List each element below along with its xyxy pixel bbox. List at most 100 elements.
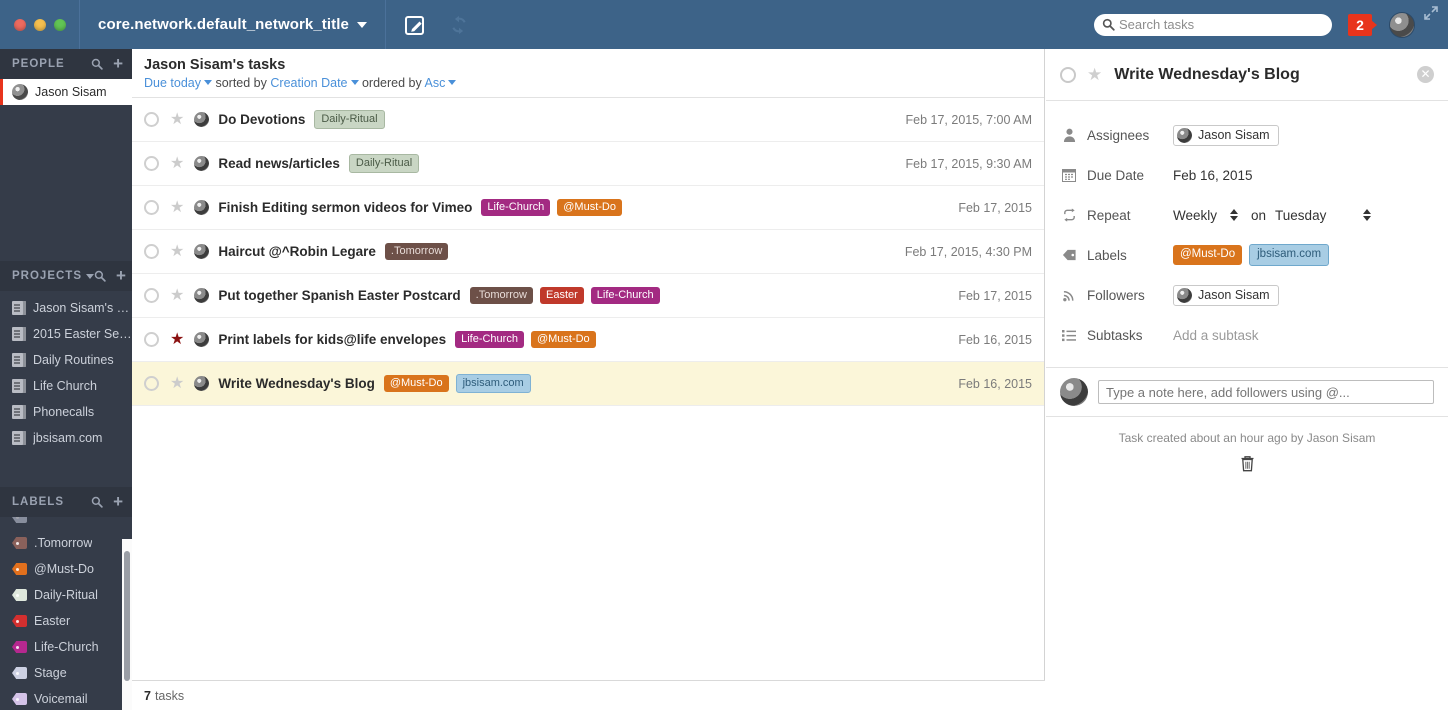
notification-badge[interactable]: 2: [1348, 13, 1377, 36]
star-icon[interactable]: ★: [170, 375, 184, 392]
repeat-frequency-value[interactable]: Weekly: [1173, 208, 1217, 223]
complete-checkbox[interactable]: [144, 288, 159, 303]
sidebar-item-label-tomorrow[interactable]: .Tomorrow: [0, 530, 132, 556]
label-pill[interactable]: jbsisam.com: [1249, 244, 1330, 266]
label-pill[interactable]: Life-Church: [481, 198, 551, 217]
avatar[interactable]: [1389, 11, 1415, 38]
assignee-name: Jason Sisam: [1198, 128, 1270, 142]
complete-checkbox[interactable]: [144, 156, 159, 171]
filter-due-today-dropdown[interactable]: Due today: [144, 76, 201, 90]
star-icon[interactable]: ★: [170, 243, 184, 260]
table-row[interactable]: ★ Read news/articles Daily-Ritual Feb 17…: [132, 142, 1044, 186]
follower-chip[interactable]: Jason Sisam: [1173, 284, 1279, 306]
field-due-date: Due Date Feb 16, 2015: [1046, 155, 1448, 195]
sidebar-item-project[interactable]: Life Church: [0, 373, 132, 399]
star-icon[interactable]: ★: [1087, 66, 1102, 83]
plus-icon[interactable]: +: [113, 55, 124, 72]
table-row[interactable]: ★ Haircut @^Robin Legare .Tomorrow Feb 1…: [132, 230, 1044, 274]
repeat-frequency-stepper[interactable]: [1230, 209, 1239, 221]
search-icon[interactable]: [94, 270, 106, 282]
sidebar-item-label-life-church[interactable]: Life-Church: [0, 634, 132, 660]
repeat-day-value[interactable]: Tuesday: [1275, 208, 1326, 223]
refresh-icon[interactable]: [448, 14, 470, 36]
sidebar-item-label-easter[interactable]: Easter: [0, 608, 132, 634]
star-icon[interactable]: ★: [170, 331, 184, 348]
detail-header: ★ Write Wednesday's Blog ✕: [1046, 49, 1448, 101]
sidebar-section-labels: LABELS +: [0, 487, 132, 517]
complete-checkbox[interactable]: [144, 200, 159, 215]
sidebar-item-label-voicemail[interactable]: Voicemail: [0, 686, 132, 710]
minimize-window-button[interactable]: [33, 18, 46, 31]
plus-icon[interactable]: +: [113, 493, 124, 510]
due-date-value[interactable]: Feb 16, 2015: [1173, 168, 1253, 183]
labels-list: .Tomorrow @Must-Do Daily-Ritual Easter L…: [0, 517, 132, 710]
search-icon[interactable]: [91, 58, 103, 70]
label-pill[interactable]: @Must-Do: [1173, 245, 1243, 265]
label-pill[interactable]: @Must-Do: [530, 330, 596, 349]
sidebar-item-label-must-do[interactable]: @Must-Do: [0, 556, 132, 582]
task-date: Feb 17, 2015: [958, 288, 1032, 303]
expand-icon[interactable]: [1423, 5, 1439, 21]
sidebar-item-label: Daily Routines: [33, 353, 114, 367]
compose-icon[interactable]: [404, 14, 426, 36]
projects-header-label: PROJECTS: [12, 270, 82, 282]
repeat-day-stepper[interactable]: [1363, 209, 1372, 221]
sidebar-item-project[interactable]: 2015 Easter Ser...: [0, 321, 132, 347]
label-pill[interactable]: .Tomorrow: [469, 286, 533, 305]
sidebar-item-project[interactable]: Daily Routines: [0, 347, 132, 373]
table-row[interactable]: ★ Do Devotions Daily-Ritual Feb 17, 2015…: [132, 98, 1044, 142]
star-icon[interactable]: ★: [170, 199, 184, 216]
sidebar-item-label: @Must-Do: [34, 562, 94, 576]
avatar: [1177, 287, 1192, 303]
complete-checkbox[interactable]: [144, 332, 159, 347]
task-title: Put together Spanish Easter Postcard: [218, 288, 461, 303]
add-subtask-button[interactable]: Add a subtask: [1173, 328, 1259, 343]
search-input[interactable]: Search tasks: [1094, 13, 1332, 36]
sidebar-item-label-partial[interactable]: [0, 517, 132, 530]
label-pill[interactable]: Daily-Ritual: [314, 109, 385, 130]
complete-checkbox[interactable]: [144, 376, 159, 391]
label-pill[interactable]: Life-Church: [455, 330, 524, 349]
label-pill[interactable]: @Must-Do: [383, 374, 449, 393]
avatar: [12, 84, 28, 100]
network-title-dropdown[interactable]: core.network.default_network_title: [80, 0, 386, 49]
chevron-down-icon: [350, 80, 359, 85]
sort-field-dropdown[interactable]: Creation Date: [270, 76, 347, 90]
label-pill[interactable]: Life-Church: [590, 286, 660, 305]
sidebar-item-label: .Tomorrow: [34, 536, 93, 550]
table-row[interactable]: ★ Finish Editing sermon videos for Vimeo…: [132, 186, 1044, 230]
search-icon[interactable]: [91, 496, 103, 508]
plus-icon[interactable]: +: [116, 267, 127, 284]
network-title-label: core.network.default_network_title: [98, 16, 349, 33]
close-window-button[interactable]: [13, 18, 26, 31]
complete-checkbox[interactable]: [1060, 66, 1076, 83]
table-row[interactable]: ★ Print labels for kids@life envelopes L…: [132, 318, 1044, 362]
task-labels: @Must-Do jbsisam.com: [383, 373, 531, 394]
label-pill[interactable]: .Tomorrow: [384, 242, 449, 261]
star-icon[interactable]: ★: [170, 155, 184, 172]
complete-checkbox[interactable]: [144, 244, 159, 259]
sidebar-item-label-daily-ritual[interactable]: Daily-Ritual: [0, 582, 132, 608]
chevron-down-icon[interactable]: [86, 273, 94, 279]
table-row[interactable]: ★ Write Wednesday's Blog @Must-Do jbsisa…: [132, 362, 1044, 406]
star-icon[interactable]: ★: [170, 287, 184, 304]
sidebar-item-jason-sisam[interactable]: Jason Sisam: [0, 79, 132, 105]
label-pill[interactable]: @Must-Do: [557, 198, 622, 217]
note-input[interactable]: [1098, 380, 1434, 404]
complete-checkbox[interactable]: [144, 112, 159, 127]
assignee-chip[interactable]: Jason Sisam: [1173, 124, 1279, 146]
star-icon[interactable]: ★: [170, 111, 184, 128]
trash-icon[interactable]: [1046, 455, 1448, 472]
table-row[interactable]: ★ Put together Spanish Easter Postcard .…: [132, 274, 1044, 318]
sidebar-item-label-stage[interactable]: Stage: [0, 660, 132, 686]
task-date: Feb 16, 2015: [958, 376, 1032, 391]
sort-order-dropdown[interactable]: Asc: [425, 76, 446, 90]
maximize-window-button[interactable]: [53, 18, 66, 31]
label-pill[interactable]: jbsisam.com: [455, 373, 531, 394]
label-pill[interactable]: Easter: [540, 286, 584, 305]
sidebar-item-project[interactable]: jbsisam.com: [0, 425, 132, 451]
close-icon[interactable]: ✕: [1417, 66, 1434, 83]
sidebar-item-project[interactable]: Phonecalls: [0, 399, 132, 425]
label-pill[interactable]: Daily-Ritual: [348, 153, 420, 174]
sidebar-item-project[interactable]: Jason Sisam's Pr...: [0, 295, 132, 321]
